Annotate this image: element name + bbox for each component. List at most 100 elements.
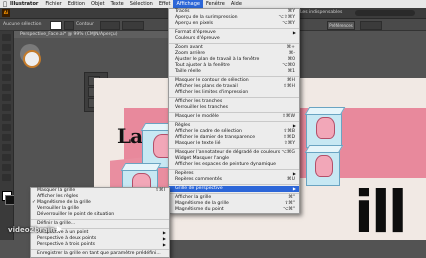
- view-menu-item-label: Verrouiller les tranches: [175, 105, 228, 110]
- brush-definition-dropdown[interactable]: [122, 21, 144, 30]
- view-menu-item-shortcut: ⌘U: [287, 177, 295, 182]
- view-menu-item-label: Afficher les limites d'impression: [175, 90, 249, 95]
- view-menu-item-label: Afficher les tranches: [175, 99, 223, 104]
- view-menu-separator: [169, 112, 299, 113]
- apple-icon[interactable]: : [0, 1, 10, 8]
- view-menu-item[interactable]: Verrouiller les tranches: [169, 105, 299, 111]
- menu-objet[interactable]: Objet: [88, 0, 108, 8]
- menu-effet[interactable]: Effet: [156, 0, 174, 8]
- fill-swatch[interactable]: [50, 21, 62, 30]
- view-menu-item-label: Afficher les plans de travail: [175, 84, 238, 89]
- view-menu-item-label: Taille réelle: [175, 69, 201, 74]
- view-menu-item[interactable]: Afficher les espaces de peinture dynamiq…: [169, 162, 299, 168]
- rotate-tool-icon[interactable]: [2, 124, 11, 131]
- view-menu-separator: [169, 169, 299, 170]
- line-tool-icon[interactable]: [2, 84, 11, 91]
- preferences-button[interactable]: Préférences: [327, 21, 355, 30]
- view-menu-item-label: Couleurs d'épreuve: [175, 36, 220, 41]
- view-menu-item[interactable]: Masquer le texte lié ⇧⌘Y: [169, 141, 299, 147]
- perspective-menu-separator: [31, 219, 169, 220]
- gradient-tool-icon[interactable]: [2, 154, 11, 161]
- view-menu-item-label: Zoom arrière: [175, 51, 205, 56]
- view-menu: Tracés ⌘Y Aperçu de la surimpression ⌥⇧⌘Y Ap…: [168, 8, 300, 214]
- view-menu-item-shortcut: ⇧⌘Y: [283, 141, 295, 146]
- view-menu-separator: [169, 28, 299, 29]
- view-menu-item[interactable]: Magnétisme du point ⌥⌘": [169, 207, 299, 213]
- perspective-menu-item-label: Déverrouiller le point de situation: [37, 212, 115, 217]
- perspective-grid-tool-icon[interactable]: [2, 144, 11, 151]
- document-tab[interactable]: Perspective_Face.ai* @ 99% (CMJN/Aperçu): [14, 31, 170, 38]
- menu-fenetre[interactable]: Fenêtre: [203, 0, 228, 8]
- view-menu-item-label: Magnétisme du point: [175, 207, 224, 212]
- view-menu-separator: [169, 193, 299, 194]
- watermark-text: video2brain: [8, 226, 55, 234]
- view-menu-item-label: Tracés: [175, 9, 190, 14]
- magic-wand-tool-icon[interactable]: [2, 54, 11, 61]
- stroke-swatch[interactable]: [64, 21, 74, 30]
- view-menu-item-label: Repères commentés: [175, 177, 223, 182]
- search-input[interactable]: [355, 10, 415, 16]
- view-menu-item[interactable]: Repères commentés ⌘U: [169, 177, 299, 183]
- perspective-menu-item-label: Magnétisme de la grille: [37, 200, 91, 205]
- perspective-plane-widget-icon[interactable]: [23, 50, 41, 68]
- pencil-tool-icon[interactable]: [2, 114, 11, 121]
- view-menu-item-label: Masquer le texte lié: [175, 141, 221, 146]
- perspective-menu-separator: [31, 249, 169, 250]
- perspective-menu-item[interactable]: Déverrouiller le point de situation: [31, 212, 169, 218]
- rectangle-tool-icon[interactable]: [2, 94, 11, 101]
- view-menu-separator: [169, 43, 299, 44]
- zoom-tool-icon[interactable]: [2, 174, 11, 181]
- illustrator-logo-icon: Ai: [2, 9, 10, 17]
- perspective-widget[interactable]: [20, 44, 41, 68]
- stroke-weight-field[interactable]: [100, 21, 120, 30]
- perspective-menu-item[interactable]: Perspective à trois points ▶: [31, 242, 169, 248]
- type-tool-icon[interactable]: [2, 74, 11, 81]
- view-menu-item-label: Afficher le cadre de sélection: [175, 129, 242, 134]
- view-menu-item[interactable]: Couleurs d'épreuve: [169, 36, 299, 42]
- view-menu-item-label: Aperçu en pixels: [175, 21, 214, 26]
- selection-tool-icon[interactable]: [2, 34, 11, 41]
- view-menu-separator: [169, 121, 299, 122]
- scale-tool-icon[interactable]: [2, 134, 11, 141]
- perspective-menu-item-label: Enregistrer la grille en tant que paramè…: [37, 251, 161, 256]
- perspective-menu-item-label: Perspective à deux points: [37, 236, 97, 241]
- eyedropper-tool-icon[interactable]: [2, 164, 11, 171]
- stroke-label: Contour: [76, 22, 94, 27]
- view-menu-separator: [169, 184, 299, 185]
- menu-bar:  Illustrator Fichier Edition Objet Text…: [0, 0, 426, 8]
- menu-edition[interactable]: Edition: [65, 0, 88, 8]
- view-menu-item-label: Tout ajuster à la fenêtre: [175, 63, 230, 68]
- menu-texte[interactable]: Texte: [108, 0, 127, 8]
- view-menu-item-label: Widget Masquer l'angle: [175, 156, 230, 161]
- view-menu-item[interactable]: Taille réelle ⌘1: [169, 69, 299, 75]
- view-menu-item-label: Zoom avant: [175, 45, 203, 50]
- submenu-arrow-icon: ▶: [162, 242, 166, 247]
- perspective-grid-submenu: Masquer la grille ⇧⌘I Afficher les règles ✓…: [30, 187, 170, 258]
- view-menu-item[interactable]: Grille de perspective ▶: [169, 186, 299, 192]
- menu-affichage[interactable]: Affichage: [173, 0, 203, 8]
- artwork-big-text: ill: [354, 178, 408, 240]
- menu-fichier[interactable]: Fichier: [42, 0, 64, 8]
- view-menu-item-label: Format d'épreuve: [175, 30, 216, 35]
- menu-selection[interactable]: Sélection: [127, 0, 156, 8]
- watermark: video2brain: [8, 226, 62, 234]
- view-menu-item[interactable]: Masquer le modèle ⇧⌘W: [169, 114, 299, 120]
- view-menu-item-label: Afficher la grille: [175, 195, 212, 200]
- view-menu-item[interactable]: Afficher les limites d'impression: [169, 90, 299, 96]
- view-menu-item[interactable]: Aperçu en pixels ⌥⌘Y: [169, 21, 299, 27]
- workspace-switcher[interactable]: Les indispensables: [300, 9, 342, 17]
- face-cube: [304, 145, 344, 186]
- app-name[interactable]: Illustrator: [10, 1, 38, 7]
- view-menu-item-label: Masquer l'annotateur de dégradé de coule…: [175, 150, 281, 155]
- selection-status: Aucune sélection: [3, 22, 42, 27]
- pen-tool-icon[interactable]: [2, 64, 11, 71]
- direct-selection-tool-icon[interactable]: [2, 44, 11, 51]
- perspective-menu-item[interactable]: Enregistrer la grille en tant que paramè…: [31, 251, 169, 257]
- view-menu-item-label: Règles: [175, 123, 191, 128]
- arrange-documents-button[interactable]: [360, 21, 382, 30]
- paintbrush-tool-icon[interactable]: [2, 104, 11, 111]
- menu-aide[interactable]: Aide: [228, 0, 245, 8]
- view-menu-separator: [169, 76, 299, 77]
- view-menu-item-label: Ajuster le plan de travail à la fenêtre: [175, 57, 260, 62]
- perspective-menu-item-label: Masquer la grille: [37, 188, 76, 193]
